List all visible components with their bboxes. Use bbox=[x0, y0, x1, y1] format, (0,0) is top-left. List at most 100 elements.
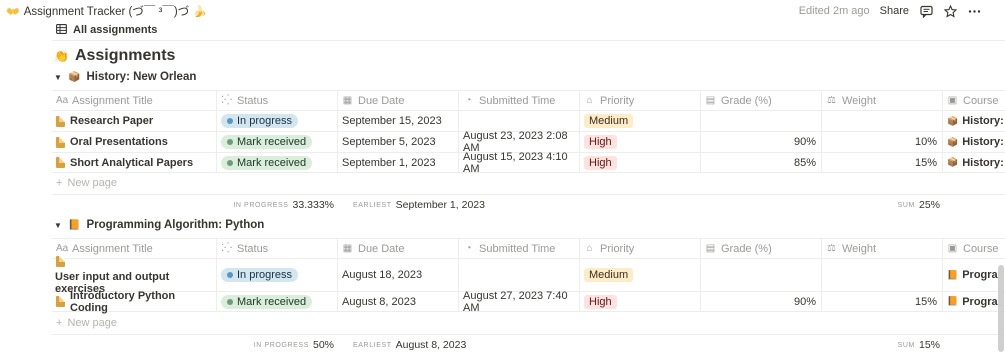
priority-cell[interactable]: High bbox=[580, 292, 701, 311]
course-link[interactable]: Prograr bbox=[962, 269, 1002, 281]
submitted-time-cell[interactable]: August 15, 2023 4:10 AM bbox=[459, 151, 580, 175]
database-title-text[interactable]: Assignments bbox=[75, 47, 175, 65]
calc-earliest[interactable]: EARLIEST September 1, 2023 bbox=[353, 195, 485, 215]
course-cell[interactable]: 📙 Prograr bbox=[943, 259, 1005, 291]
breadcrumb-title[interactable]: Assignment Tracker (づ￣ ³￣)づ bbox=[24, 3, 190, 19]
more-icon[interactable] bbox=[967, 4, 981, 18]
priority-cell[interactable]: Medium bbox=[580, 111, 701, 131]
due-date-cell[interactable]: August 18, 2023 bbox=[338, 259, 459, 291]
grade-cell[interactable]: 90% bbox=[701, 292, 822, 311]
database-title[interactable]: 👏 Assignments bbox=[54, 47, 175, 65]
column-header[interactable]: ▦ Due Date bbox=[338, 91, 459, 110]
status-type-icon: ⁚⁛ bbox=[221, 243, 233, 254]
column-header[interactable]: ⁚⁛ Status bbox=[217, 91, 338, 110]
column-header[interactable]: ⌂ Priority bbox=[580, 91, 701, 110]
priority-cell[interactable]: High bbox=[580, 132, 701, 152]
column-header[interactable]: Aa Assignment Title bbox=[52, 91, 217, 110]
view-tab-all-assignments[interactable]: All assignments bbox=[56, 22, 157, 38]
text-type-icon: Aa bbox=[56, 243, 69, 254]
assignment-title-cell[interactable]: Introductory Python Coding bbox=[52, 290, 217, 314]
new-page-button[interactable]: + New page bbox=[56, 177, 117, 189]
table-header: Aa Assignment Title ⁚⁛ Status ▦ Due Date ◔ Subm… bbox=[52, 90, 1005, 111]
status-cell[interactable]: In progress bbox=[217, 259, 338, 291]
group-emoji-icon: 📙 bbox=[68, 219, 81, 231]
calc-earliest-value: August 8, 2023 bbox=[395, 339, 467, 351]
due-date-cell[interactable]: September 5, 2023 bbox=[338, 132, 459, 152]
status-cell[interactable]: Mark received bbox=[217, 132, 338, 152]
column-header[interactable]: ▣ Course bbox=[943, 91, 1005, 110]
column-header[interactable]: ⚖ Weight bbox=[822, 239, 943, 258]
column-header[interactable]: ▦ Due Date bbox=[338, 239, 459, 258]
submitted-time-cell[interactable] bbox=[459, 259, 580, 291]
grade-value: 85% bbox=[793, 156, 816, 169]
assignment-title-cell[interactable]: Short Analytical Papers bbox=[52, 153, 217, 172]
status-dot-icon bbox=[227, 118, 233, 124]
clap-emoji-icon: 👏 bbox=[54, 49, 69, 63]
grade-cell[interactable] bbox=[701, 111, 822, 131]
submitted-time-cell[interactable]: August 27, 2023 7:40 AM bbox=[459, 290, 580, 314]
due-date: September 15, 2023 bbox=[342, 115, 442, 127]
status-cell[interactable]: In progress bbox=[217, 111, 338, 131]
grade-value: 90% bbox=[793, 295, 816, 308]
course-cell[interactable]: 📦 History: bbox=[943, 111, 1005, 131]
column-header[interactable]: ⌂ Priority bbox=[580, 239, 701, 258]
calc-sum[interactable]: SUM 25% bbox=[898, 195, 940, 215]
comment-icon[interactable] bbox=[919, 4, 933, 18]
course-link[interactable]: Prograr bbox=[962, 296, 1002, 308]
date-type-icon: ▦ bbox=[342, 243, 353, 254]
course-cell[interactable]: 📦 History: bbox=[943, 153, 1005, 172]
group-header[interactable]: ▼ 📦 History: New Orlean bbox=[54, 71, 196, 83]
collapse-toggle-icon[interactable]: ▼ bbox=[54, 221, 62, 230]
column-header-label: Priority bbox=[600, 242, 635, 255]
column-header[interactable]: ▤ Grade (%) bbox=[701, 91, 822, 110]
priority-cell[interactable]: High bbox=[580, 153, 701, 172]
submitted-time-cell[interactable] bbox=[459, 111, 580, 131]
status-cell[interactable]: Mark received bbox=[217, 292, 338, 311]
assignment-title-cell[interactable]: Research Paper bbox=[52, 111, 217, 131]
calc-sum[interactable]: SUM 15% bbox=[898, 335, 940, 352]
column-header[interactable]: ◔ Submitted Time bbox=[459, 239, 580, 258]
column-header[interactable]: ⁚⁛ Status bbox=[217, 239, 338, 258]
grade-cell[interactable]: 90% bbox=[701, 132, 822, 152]
column-header[interactable]: ◔ Submitted Time bbox=[459, 91, 580, 110]
column-header[interactable]: ⚖ Weight bbox=[822, 91, 943, 110]
collapse-toggle-icon[interactable]: ▼ bbox=[54, 73, 62, 82]
weight-cell[interactable] bbox=[822, 259, 943, 291]
status-cell[interactable]: Mark received bbox=[217, 153, 338, 172]
course-cell[interactable]: 📦 History: bbox=[943, 132, 1005, 152]
grade-cell[interactable] bbox=[701, 259, 822, 291]
table-row[interactable]: Short Analytical Papers Mark received Sept… bbox=[52, 151, 1005, 175]
plus-icon: + bbox=[56, 317, 63, 329]
grade-cell[interactable]: 85% bbox=[701, 153, 822, 172]
status-label: In progress bbox=[237, 115, 293, 127]
group-header[interactable]: ▼ 📙 Programming Algorithm: Python bbox=[54, 219, 264, 231]
calc-earliest[interactable]: EARLIEST August 8, 2023 bbox=[353, 335, 466, 352]
weight-cell[interactable] bbox=[822, 111, 943, 131]
assignment-title-cell[interactable]: Oral Presentations bbox=[52, 132, 217, 152]
weight-cell[interactable]: 10% bbox=[822, 132, 943, 152]
course-cell[interactable]: 📙 Prograr bbox=[943, 292, 1005, 311]
new-page-button[interactable]: + New page bbox=[56, 317, 117, 329]
breadcrumb[interactable]: 👐 Assignment Tracker (づ￣ ³￣)づ 🍌 bbox=[6, 3, 207, 19]
table-row[interactable]: Research Paper In progress September 15, 2… bbox=[52, 111, 1005, 132]
table-row[interactable]: User input and output exercises In progre… bbox=[52, 255, 1005, 295]
scrollbar-thumb[interactable] bbox=[998, 265, 1004, 352]
weight-cell[interactable]: 15% bbox=[822, 292, 943, 311]
column-header[interactable]: ▣ Course bbox=[943, 239, 1005, 258]
column-header[interactable]: ▤ Grade (%) bbox=[701, 239, 822, 258]
column-header[interactable]: Aa Assignment Title bbox=[52, 239, 217, 258]
calc-in-progress[interactable]: IN PROGRESS 33.333% bbox=[233, 195, 334, 215]
text-type-icon: Aa bbox=[56, 95, 69, 106]
submitted-time-cell[interactable]: August 23, 2023 2:08 AM bbox=[459, 130, 580, 154]
weight-cell[interactable]: 15% bbox=[822, 153, 943, 172]
table-row[interactable]: Introductory Python Coding Mark received A… bbox=[52, 290, 1005, 314]
calc-in-progress[interactable]: IN PROGRESS 50% bbox=[254, 335, 334, 352]
share-button[interactable]: Share bbox=[880, 5, 909, 17]
status-dot-icon bbox=[227, 159, 233, 166]
star-icon[interactable] bbox=[943, 4, 957, 18]
due-date-cell[interactable]: September 15, 2023 bbox=[338, 111, 459, 131]
due-date-cell[interactable]: September 1, 2023 bbox=[338, 153, 459, 172]
priority-cell[interactable]: Medium bbox=[580, 259, 701, 291]
due-date-cell[interactable]: August 8, 2023 bbox=[338, 292, 459, 311]
assignment-title-cell[interactable]: User input and output exercises bbox=[52, 255, 217, 295]
